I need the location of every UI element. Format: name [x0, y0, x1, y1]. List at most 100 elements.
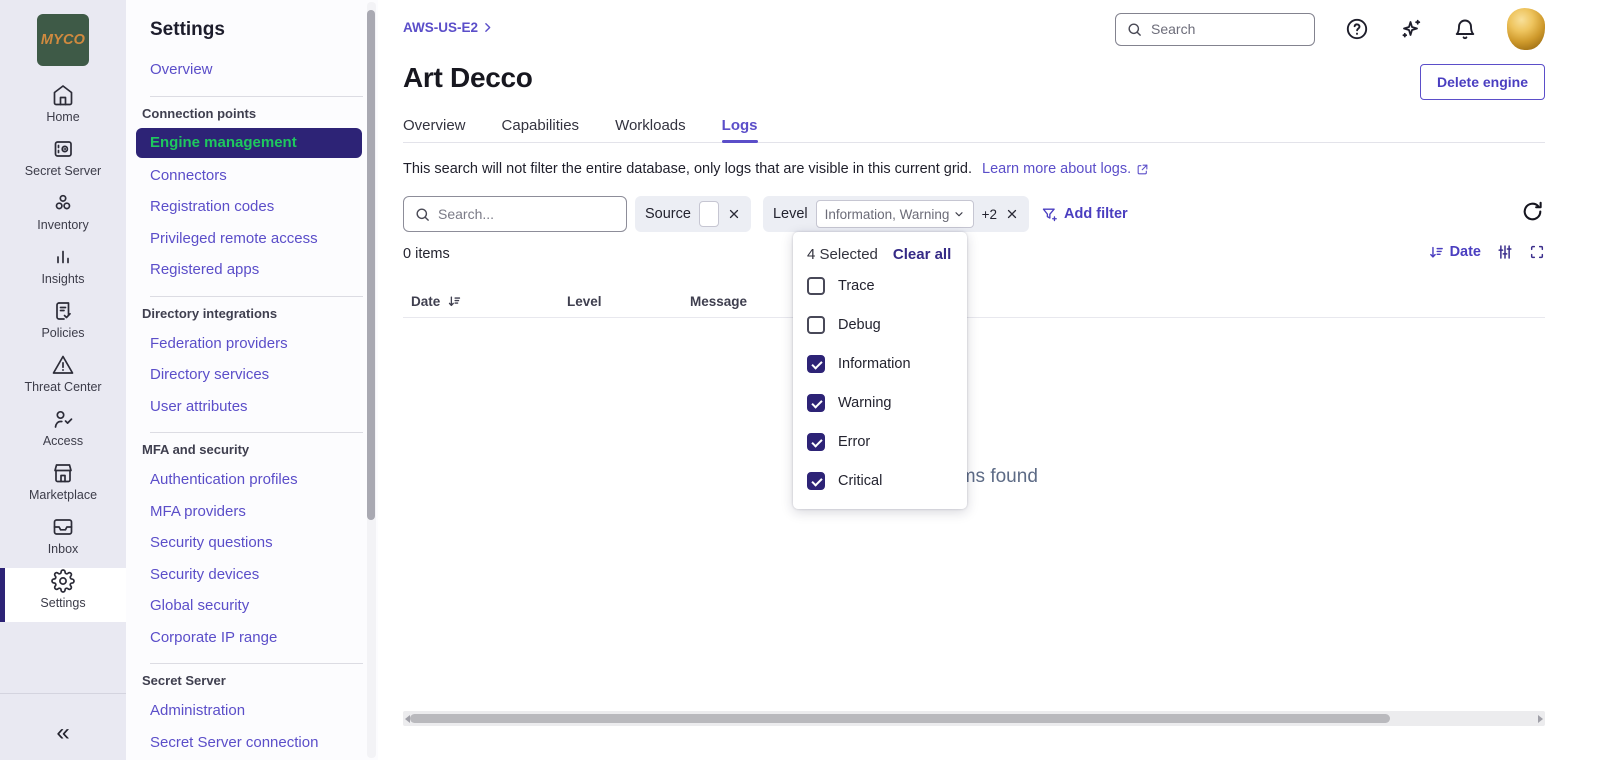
source-filter-input[interactable] [699, 201, 719, 227]
level-option-information[interactable]: Information [793, 344, 967, 383]
settings-item-registration-codes[interactable]: Registration codes [150, 191, 364, 223]
nav-label: Home [46, 110, 79, 124]
tab-overview[interactable]: Overview [403, 110, 466, 142]
inbox-icon [51, 514, 75, 539]
user-avatar[interactable] [1507, 8, 1545, 50]
checkbox[interactable] [807, 355, 825, 373]
option-label: Trace [838, 278, 875, 294]
horizontal-scrollbar[interactable] [403, 711, 1545, 726]
external-link-icon [1136, 163, 1149, 176]
nav-label: Settings [40, 596, 85, 610]
level-option-trace[interactable]: Trace [793, 266, 967, 305]
nav-item-inbox[interactable]: Inbox [0, 514, 126, 568]
column-label-date[interactable]: Date [411, 294, 440, 309]
column-header-level[interactable]: Level [567, 294, 690, 309]
level-option-debug[interactable]: Debug [793, 305, 967, 344]
bell-icon[interactable] [1453, 17, 1477, 41]
logs-table-header: Date Level Message [403, 286, 1545, 318]
nav-item-marketplace[interactable]: Marketplace [0, 460, 126, 514]
settings-item-privileged-remote-access[interactable]: Privileged remote access [150, 223, 364, 255]
clear-all-button[interactable]: Clear all [893, 246, 951, 263]
settings-panel-scrollbar[interactable] [367, 2, 376, 758]
source-filter-label: Source [645, 206, 691, 222]
delete-engine-button[interactable]: Delete engine [1420, 64, 1545, 100]
refresh-icon[interactable] [1520, 199, 1545, 224]
sparkles-icon[interactable] [1399, 17, 1423, 41]
settings-item-administration[interactable]: Administration [150, 695, 364, 727]
sort-label[interactable]: Date [1450, 244, 1481, 260]
fullscreen-icon[interactable] [1529, 244, 1545, 260]
level-filter-chip: Level Information, Warning +2 [763, 196, 1029, 232]
remove-source-filter-icon[interactable] [727, 207, 741, 221]
logs-search[interactable] [403, 196, 627, 232]
settings-nav-panel: Settings Overview Connection points Engi… [126, 0, 378, 760]
tab-capabilities[interactable]: Capabilities [502, 110, 580, 142]
settings-item-engine-management[interactable]: Engine management [136, 128, 362, 158]
level-option-warning[interactable]: Warning [793, 383, 967, 422]
checkbox[interactable] [807, 472, 825, 490]
tab-logs[interactable]: Logs [722, 110, 758, 142]
level-filter-extra-count: +2 [982, 207, 997, 222]
settings-item-directory-services[interactable]: Directory services [150, 359, 364, 391]
collapse-sidebar-button[interactable]: « [0, 718, 126, 748]
tab-workloads[interactable]: Workloads [615, 110, 686, 142]
dropdown-header: 4 Selected Clear all [793, 232, 967, 266]
level-filter-select[interactable]: Information, Warning [816, 200, 974, 228]
scrollbar-thumb[interactable] [367, 10, 375, 520]
level-option-error[interactable]: Error [793, 422, 967, 461]
global-search[interactable] [1115, 13, 1315, 46]
settings-item-corporate-ip-range[interactable]: Corporate IP range [150, 622, 364, 654]
breadcrumb-engine-pool[interactable]: AWS-US-E2 [403, 20, 478, 35]
add-filter-label[interactable]: Add filter [1064, 206, 1128, 222]
nav-label: Marketplace [29, 488, 97, 502]
nav-item-policies[interactable]: Policies [0, 298, 126, 352]
learn-more-label[interactable]: Learn more about logs. [982, 161, 1131, 177]
settings-item-federation-providers[interactable]: Federation providers [150, 328, 364, 360]
add-filter-button[interactable]: Add filter [1041, 206, 1128, 223]
settings-item-security-devices[interactable]: Security devices [150, 559, 364, 591]
logs-notice: This search will not filter the entire d… [403, 161, 1149, 177]
nav-item-settings[interactable]: Settings [0, 568, 126, 622]
warning-triangle-icon [51, 352, 75, 377]
nav-item-threat-center[interactable]: Threat Center [0, 352, 126, 406]
scrollbar-thumb[interactable] [410, 714, 1390, 723]
remove-level-filter-icon[interactable] [1005, 207, 1019, 221]
checkbox[interactable] [807, 277, 825, 295]
column-header-date[interactable]: Date [403, 294, 567, 309]
breadcrumb[interactable]: AWS-US-E2 [403, 20, 494, 35]
nav-item-secret-server[interactable]: Secret Server [0, 136, 126, 190]
option-label: Warning [838, 395, 891, 411]
nav-item-insights[interactable]: Insights [0, 244, 126, 298]
settings-item-connectors[interactable]: Connectors [150, 160, 364, 192]
nav-item-inventory[interactable]: Inventory [0, 190, 126, 244]
settings-item-registered-apps[interactable]: Registered apps [150, 254, 364, 286]
sort-by-date-button[interactable]: Date [1428, 244, 1481, 261]
settings-item-global-security[interactable]: Global security [150, 590, 364, 622]
level-option-critical[interactable]: Critical [793, 461, 967, 500]
settings-item-authentication-profiles[interactable]: Authentication profiles [150, 464, 364, 496]
scroll-right-arrow[interactable] [1538, 715, 1543, 723]
storefront-icon [51, 460, 75, 485]
settings-item-secret-server-connection[interactable]: Secret Server connection [150, 727, 364, 759]
rail-divider [0, 693, 126, 694]
settings-item-security-questions[interactable]: Security questions [150, 527, 364, 559]
checkbox[interactable] [807, 394, 825, 412]
settings-item-user-attributes[interactable]: User attributes [150, 391, 364, 423]
global-search-input[interactable] [1151, 21, 1291, 37]
settings-item-mfa-providers[interactable]: MFA providers [150, 496, 364, 528]
help-icon[interactable] [1345, 17, 1369, 41]
logs-search-input[interactable] [438, 206, 608, 222]
home-icon [51, 82, 75, 107]
checkbox[interactable] [807, 433, 825, 451]
learn-more-link[interactable]: Learn more about logs. [982, 161, 1149, 177]
settings-item-overview[interactable]: Overview [150, 54, 364, 86]
checkbox[interactable] [807, 316, 825, 334]
divider [150, 96, 363, 97]
safe-icon [51, 136, 75, 161]
main-content: AWS-US-E2 Art Decco Dele [378, 0, 1600, 760]
nav-item-access[interactable]: Access [0, 406, 126, 460]
settings-group-secret-server: Secret Server [142, 673, 364, 688]
column-settings-icon[interactable] [1496, 243, 1514, 261]
nav-item-home[interactable]: Home [0, 82, 126, 136]
nav-label: Threat Center [24, 380, 101, 394]
